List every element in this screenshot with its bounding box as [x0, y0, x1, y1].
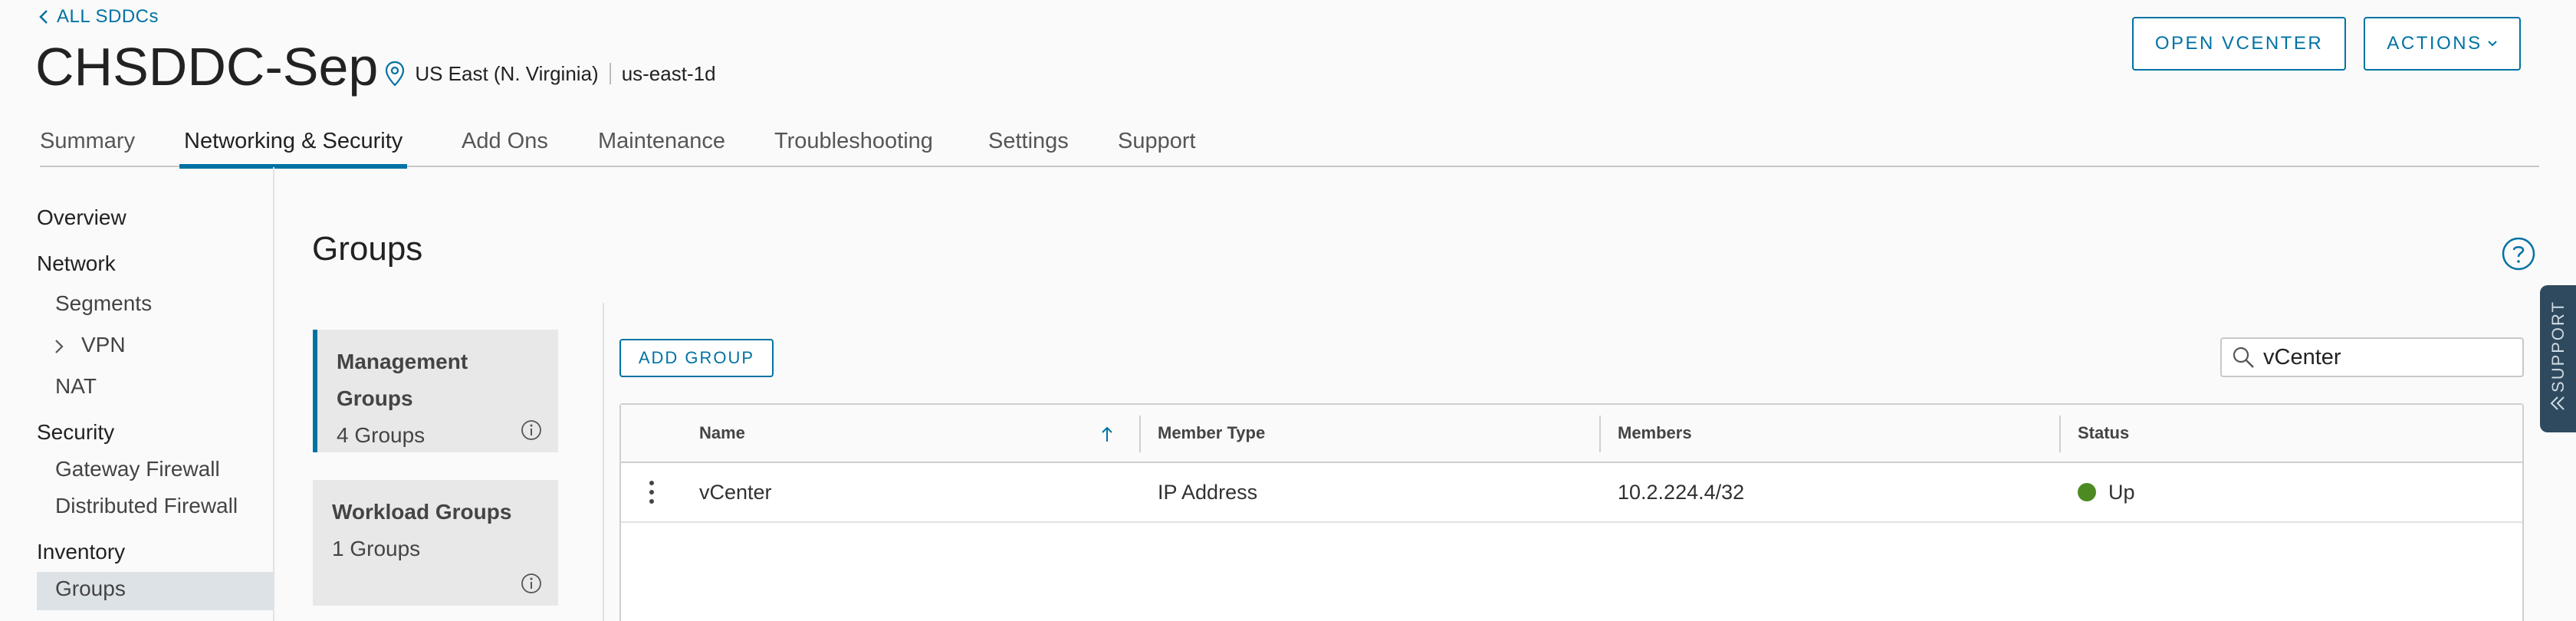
- groups-datagrid: Name Member Type Members Status vCenter …: [619, 403, 2524, 621]
- card-title: Groups: [337, 386, 413, 410]
- add-group-button[interactable]: ADD GROUP: [619, 339, 774, 377]
- tab-support[interactable]: Support: [1118, 115, 1196, 167]
- nav-security-heading: Security: [37, 420, 115, 444]
- card-title: Management: [337, 350, 468, 373]
- card-title: Workload Groups: [332, 500, 512, 524]
- double-chevron-left-icon: [2550, 396, 2564, 410]
- tab-add-ons[interactable]: Add Ons: [462, 115, 548, 167]
- tab-label: Settings: [988, 128, 1069, 153]
- cell-member-type: IP Address: [1158, 480, 1258, 504]
- tab-label: Maintenance: [598, 128, 726, 153]
- chevron-right-icon[interactable]: [54, 339, 64, 354]
- column-header-status[interactable]: Status: [2061, 405, 2521, 462]
- page-title: Groups: [312, 230, 423, 268]
- card-count: 1 Groups: [332, 537, 421, 560]
- actions-label: ACTIONS: [2387, 33, 2482, 54]
- nav-groups[interactable]: Groups: [55, 577, 126, 601]
- sddc-location: US East (N. Virginia) us-east-1d: [384, 61, 716, 87]
- tab-label: Support: [1118, 128, 1196, 153]
- support-tab-label: SUPPORT: [2548, 301, 2568, 393]
- nav-overview[interactable]: Overview: [37, 205, 127, 230]
- chevron-left-icon: [39, 10, 48, 24]
- grid-header: Name Member Type Members Status: [621, 405, 2522, 463]
- nav-nat[interactable]: NAT: [55, 374, 97, 399]
- column-header-name[interactable]: Name: [682, 405, 1081, 462]
- nav-inventory-heading: Inventory: [37, 540, 126, 564]
- tab-troubleshooting[interactable]: Troubleshooting: [774, 115, 933, 167]
- column-label: Status: [2078, 423, 2130, 442]
- tab-maintenance[interactable]: Maintenance: [598, 115, 725, 167]
- main-tabs: Summary Networking & Security Add Ons Ma…: [40, 115, 2539, 169]
- search-icon: [2233, 347, 2254, 368]
- tab-label: Networking & Security: [184, 128, 403, 153]
- chevron-down-icon: [2487, 41, 2497, 47]
- zone-text: us-east-1d: [621, 61, 716, 85]
- nav-gateway-firewall[interactable]: Gateway Firewall: [55, 457, 220, 481]
- actions-button[interactable]: ACTIONS: [2364, 17, 2521, 71]
- column-label: Members: [1618, 423, 1692, 442]
- cell-members: 10.2.224.4/32: [1618, 480, 1745, 504]
- cell-status: Up: [2061, 463, 2135, 521]
- nav-vpn[interactable]: VPN: [81, 333, 126, 357]
- location-pin-icon: [386, 61, 405, 87]
- column-header-member-type[interactable]: Member Type: [1141, 405, 1601, 462]
- nav-segments[interactable]: Segments: [55, 291, 152, 316]
- tab-summary[interactable]: Summary: [40, 115, 135, 167]
- tab-settings[interactable]: Settings: [988, 115, 1069, 167]
- tab-label: Add Ons: [462, 128, 548, 153]
- tab-label: Summary: [40, 128, 136, 153]
- help-icon[interactable]: [2501, 236, 2536, 271]
- table-row[interactable]: vCenter IP Address 10.2.224.4/32 Up: [621, 463, 2522, 523]
- open-vcenter-label: OPEN VCENTER: [2154, 33, 2324, 54]
- tab-networking-security[interactable]: Networking & Security: [179, 115, 408, 169]
- content-divider: [603, 303, 604, 621]
- nav-distributed-firewall[interactable]: Distributed Firewall: [55, 494, 238, 518]
- column-header-members[interactable]: Members: [1601, 405, 2061, 462]
- sort-ascending-icon[interactable]: [1101, 425, 1113, 443]
- status-text: Up: [2108, 480, 2135, 504]
- column-label: Member Type: [1158, 423, 1266, 442]
- all-sddcs-label: ALL SDDCs: [57, 6, 159, 27]
- search-input[interactable]: [2263, 344, 2516, 370]
- open-vcenter-button[interactable]: OPEN VCENTER: [2132, 17, 2346, 71]
- status-up-icon: [2078, 483, 2096, 501]
- column-label: Name: [699, 423, 745, 442]
- nav-network-heading: Network: [37, 251, 116, 275]
- management-groups-card[interactable]: Management Groups 4 Groups: [313, 330, 558, 452]
- sddc-title: CHSDDC-Sep: [35, 37, 379, 97]
- workload-groups-card[interactable]: Workload Groups 1 Groups: [313, 480, 558, 606]
- all-sddcs-link[interactable]: ALL SDDCs: [38, 6, 159, 28]
- search-box: [2220, 337, 2524, 377]
- tab-label: Troubleshooting: [774, 128, 933, 153]
- info-icon[interactable]: [520, 572, 543, 595]
- add-group-label: ADD GROUP: [638, 348, 755, 367]
- location-divider: [609, 63, 611, 84]
- left-nav: Overview Network Segments VPN NAT Securi…: [0, 167, 274, 621]
- sddc-title-row: CHSDDC-Sep US East (N. Virginia) us-east…: [35, 32, 716, 101]
- region-text: US East (N. Virginia): [415, 61, 599, 85]
- info-icon[interactable]: [520, 419, 543, 442]
- cell-name: vCenter: [699, 480, 772, 504]
- support-side-tab[interactable]: SUPPORT: [2540, 285, 2576, 432]
- vertical-ellipsis-icon[interactable]: [644, 478, 659, 506]
- card-count: 4 Groups: [337, 423, 426, 447]
